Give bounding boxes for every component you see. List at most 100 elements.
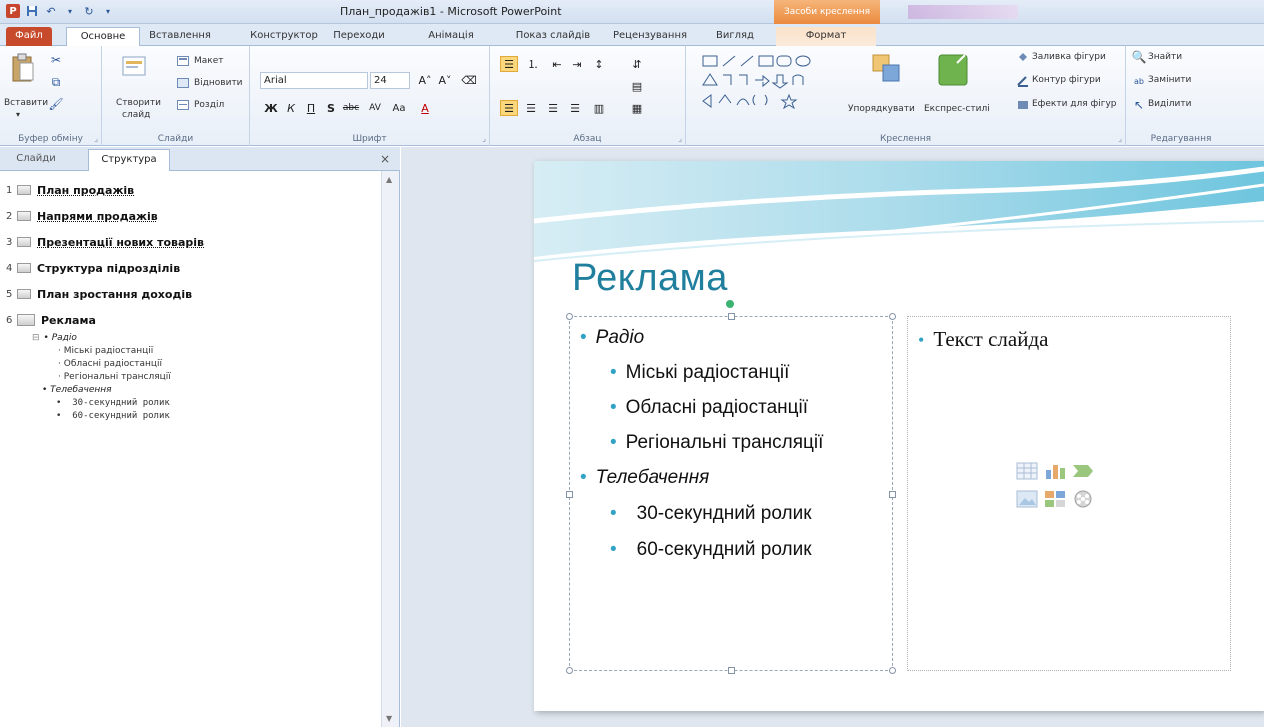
smartart-icon[interactable]: ▦ xyxy=(628,100,646,116)
resize-handle[interactable] xyxy=(889,491,896,498)
reset-button[interactable]: Відновити xyxy=(194,78,243,88)
copy-icon[interactable]: ⧉ xyxy=(48,74,64,90)
shape-outline-button[interactable]: Контур фігури xyxy=(1032,75,1101,85)
outline-sub-bullet[interactable]: • 30-секундний ролик xyxy=(6,398,376,411)
tab-insert[interactable]: Вставлення xyxy=(144,27,216,46)
content-placeholder-right[interactable]: • Текст слайда xyxy=(907,316,1231,671)
align-left-icon[interactable]: ☰ xyxy=(500,100,518,116)
insert-media-icon[interactable] xyxy=(1072,490,1094,508)
outline-slide-1[interactable]: 1 План продажів xyxy=(6,177,376,203)
slide-bullet-level1[interactable]: • Телебачення xyxy=(580,467,709,489)
tab-file[interactable]: Файл xyxy=(6,27,52,46)
clear-formatting-icon[interactable]: ⌫ xyxy=(460,72,478,88)
tab-review[interactable]: Рецензування xyxy=(606,27,694,46)
tab-slideshow[interactable]: Показ слайдів xyxy=(510,27,596,46)
format-painter-icon[interactable]: 🖌 xyxy=(48,96,64,112)
arrange-button[interactable]: Упорядкувати xyxy=(848,104,915,114)
insert-chart-icon[interactable] xyxy=(1044,462,1066,480)
quick-styles-button[interactable]: Експрес-стилі xyxy=(924,104,990,114)
bold-icon[interactable]: Ж xyxy=(262,100,280,116)
select-icon[interactable]: ↖ xyxy=(1132,98,1146,112)
save-icon[interactable] xyxy=(25,4,39,18)
outline-slide-3[interactable]: 3 Презентації нових товарів xyxy=(6,229,376,255)
tab-transitions[interactable]: Переходи xyxy=(330,27,388,46)
outline-sub-bullet[interactable]: · Регіональні трансляції xyxy=(6,372,376,385)
outline-scrollbar[interactable]: ▲ ▼ xyxy=(381,171,399,727)
font-name-select[interactable]: Arial xyxy=(260,72,368,89)
slide-bullet-level1[interactable]: • Радіо xyxy=(580,327,644,349)
tab-design[interactable]: Конструктор xyxy=(246,27,322,46)
outline-sub-bullet[interactable]: · Міські радіостанції xyxy=(6,346,376,359)
strikethrough-icon[interactable]: abc xyxy=(342,100,360,116)
tab-outline[interactable]: Структура xyxy=(88,149,170,171)
replace-icon[interactable]: ab xyxy=(1132,74,1146,88)
outline-slide-5[interactable]: 5 План зростання доходів xyxy=(6,281,376,307)
columns-icon[interactable]: ▥ xyxy=(590,100,608,116)
shapes-gallery[interactable] xyxy=(700,52,830,110)
outline-slide-title[interactable]: Напрями продажів xyxy=(37,210,158,223)
outline-slide-title[interactable]: Реклама xyxy=(41,314,96,327)
outline-sub-bullet[interactable]: · Обласні радіостанції xyxy=(6,359,376,372)
outline-bullet[interactable]: • Телебачення xyxy=(6,385,376,398)
slide-title[interactable]: Реклама xyxy=(572,257,728,300)
resize-handle[interactable] xyxy=(566,313,573,320)
arrange-icon[interactable] xyxy=(870,52,902,88)
outline-bullet[interactable]: ⊟ • Радіо xyxy=(6,333,376,346)
slide-bullet-level2[interactable]: • 60-секундний ролик xyxy=(610,539,812,561)
underline-icon[interactable]: П xyxy=(302,100,320,116)
quick-styles-icon[interactable] xyxy=(936,52,970,92)
slide-bullet-level2[interactable]: • Регіональні трансляції xyxy=(610,432,823,454)
insert-table-icon[interactable] xyxy=(1016,462,1038,480)
insert-clipart-icon[interactable] xyxy=(1044,490,1066,508)
section-button[interactable]: Розділ xyxy=(194,100,224,110)
grow-font-icon[interactable]: A˄ xyxy=(416,72,434,88)
dropdown-small-icon[interactable]: ▾ xyxy=(63,4,77,18)
resize-handle[interactable] xyxy=(566,491,573,498)
outline-slide-title[interactable]: План зростання доходів xyxy=(37,288,192,301)
outline-view[interactable]: 1 План продажів 2 Напрями продажів 3 Пре… xyxy=(6,177,376,424)
shape-effects-icon[interactable] xyxy=(1016,98,1030,112)
italic-icon[interactable]: К xyxy=(282,100,300,116)
replace-button[interactable]: Замінити xyxy=(1148,75,1191,85)
text-direction-icon[interactable]: ⇵ xyxy=(628,56,646,72)
shape-effects-button[interactable]: Ефекти для фігур xyxy=(1032,99,1117,109)
justify-icon[interactable]: ☰ xyxy=(566,100,584,116)
outline-slide-title[interactable]: Презентації нових товарів xyxy=(37,236,204,249)
paste-icon[interactable] xyxy=(10,52,36,84)
resize-handle[interactable] xyxy=(728,313,735,320)
shape-fill-button[interactable]: Заливка фігури xyxy=(1032,52,1106,62)
numbering-icon[interactable]: ⒈ xyxy=(524,56,542,72)
tab-slides[interactable]: Слайди xyxy=(8,149,64,171)
font-dialog-launcher-icon[interactable]: ⌟ xyxy=(482,134,486,143)
redo-icon[interactable]: ↻ xyxy=(82,4,96,18)
shrink-font-icon[interactable]: A˅ xyxy=(436,72,454,88)
layout-button[interactable]: Макет xyxy=(194,56,224,66)
slide-bullet-level2[interactable]: • Обласні радіостанції xyxy=(610,397,808,419)
collapse-icon[interactable]: ⊟ xyxy=(32,333,40,343)
new-slide-icon[interactable] xyxy=(120,52,150,82)
decrease-indent-icon[interactable]: ⇤ xyxy=(548,56,566,72)
select-button[interactable]: Виділити xyxy=(1148,99,1191,109)
dialog-launcher-icon[interactable]: ⌟ xyxy=(94,134,98,143)
rotation-handle[interactable] xyxy=(726,300,734,308)
paste-button[interactable]: Вставити xyxy=(4,98,48,108)
character-spacing-icon[interactable]: AV xyxy=(366,100,384,116)
align-right-icon[interactable]: ☰ xyxy=(544,100,562,116)
paragraph-dialog-launcher-icon[interactable]: ⌟ xyxy=(678,134,682,143)
outline-slide-2[interactable]: 2 Напрями продажів xyxy=(6,203,376,229)
shape-outline-icon[interactable] xyxy=(1016,74,1030,88)
slide-bullet-level2[interactable]: • Міські радіостанції xyxy=(610,362,789,384)
shape-fill-icon[interactable] xyxy=(1016,50,1030,64)
reset-icon[interactable] xyxy=(176,77,190,89)
close-icon[interactable]: × xyxy=(380,152,390,166)
line-spacing-icon[interactable]: ↕ xyxy=(590,56,608,72)
customize-qat-icon[interactable]: ▾ xyxy=(101,4,115,18)
align-text-icon[interactable]: ▤ xyxy=(628,78,646,94)
scroll-up-icon[interactable]: ▲ xyxy=(386,175,392,184)
undo-icon[interactable]: ↶ xyxy=(44,4,58,18)
tab-home[interactable]: Основне xyxy=(66,27,140,46)
layout-icon[interactable] xyxy=(176,55,190,67)
scroll-down-icon[interactable]: ▼ xyxy=(386,714,392,723)
font-color-icon[interactable]: A xyxy=(416,100,434,116)
align-center-icon[interactable]: ☰ xyxy=(522,100,540,116)
